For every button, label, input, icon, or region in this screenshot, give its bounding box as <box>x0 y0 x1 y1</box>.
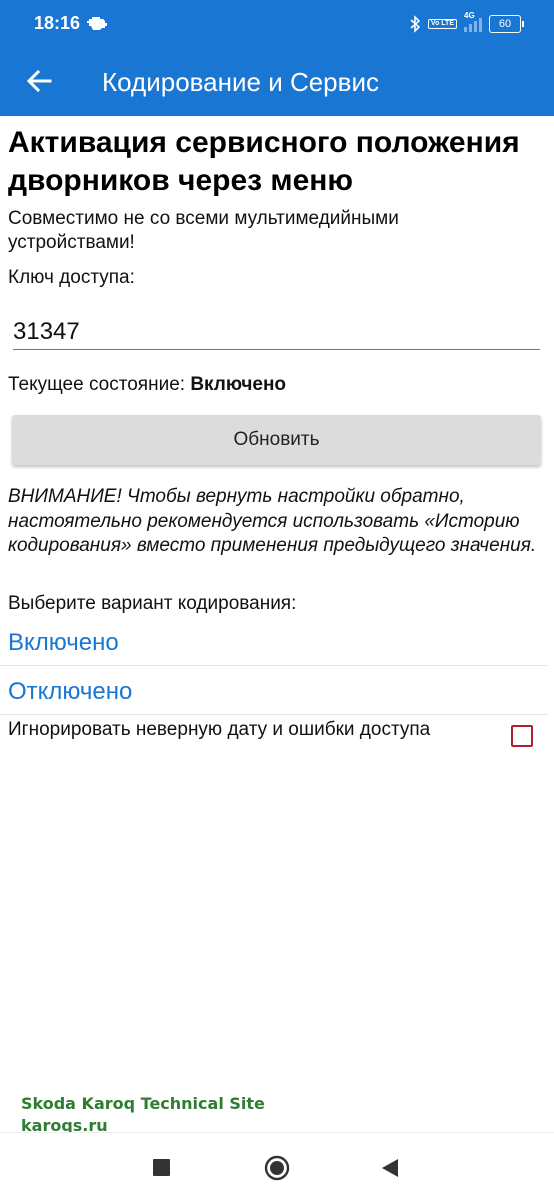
status-bar: 18:16 Vo LTE 4G 60 <box>0 0 554 48</box>
current-state-value: Включено <box>190 374 287 395</box>
ignore-errors-label: Игнорировать неверную дату и ошибки дост… <box>8 719 431 740</box>
watermark-title: Skoda Karoq Technical Site <box>21 1094 265 1113</box>
battery-icon: 60 <box>489 15 524 33</box>
option-disabled[interactable]: Отключено <box>0 666 548 715</box>
triangle-back-icon[interactable] <box>380 1157 400 1179</box>
battery-level: 60 <box>489 15 521 33</box>
choose-coding-label: Выберите вариант кодирования: <box>8 593 297 614</box>
option-label: Отключено <box>8 678 133 705</box>
status-time: 18:16 <box>34 13 81 33</box>
page-title: Активация сервисного положения дворников… <box>8 126 520 197</box>
ignore-errors-row[interactable]: Игнорировать неверную дату и ошибки дост… <box>0 715 554 759</box>
bluetooth-icon <box>410 15 421 33</box>
access-key-label: Ключ доступа: <box>8 267 135 288</box>
option-enabled[interactable]: Включено <box>0 617 548 666</box>
access-key-input[interactable] <box>13 314 540 350</box>
volte-badge: Vo LTE <box>427 19 457 29</box>
compatibility-note: Совместимо не со всеми мультимедийными у… <box>8 208 399 253</box>
warning-text: ВНИМАНИЕ! Чтобы вернуть настройки обратн… <box>8 486 537 556</box>
status-icons: Vo LTE 4G 60 <box>409 11 524 34</box>
app-bar: Кодирование и Сервис <box>0 48 554 116</box>
current-state-label: Текущее состояние: <box>8 374 191 395</box>
watermark: Skoda Karoq Technical Site karoqs.ru <box>21 1093 265 1137</box>
circle-icon[interactable] <box>264 1155 290 1181</box>
signal-icon: 4G <box>464 11 482 32</box>
option-label: Включено <box>8 629 119 656</box>
check-engine-icon <box>87 17 107 30</box>
appbar-title: Кодирование и Сервис <box>102 67 379 97</box>
system-nav-bar <box>0 1132 554 1201</box>
network-label: 4G <box>464 11 475 20</box>
ignore-errors-checkbox[interactable] <box>511 725 533 747</box>
arrow-left-icon[interactable] <box>24 66 54 96</box>
refresh-button[interactable]: Обновить <box>12 415 541 465</box>
square-icon[interactable] <box>153 1159 170 1176</box>
current-state: Текущее состояние: Включено <box>8 373 286 397</box>
